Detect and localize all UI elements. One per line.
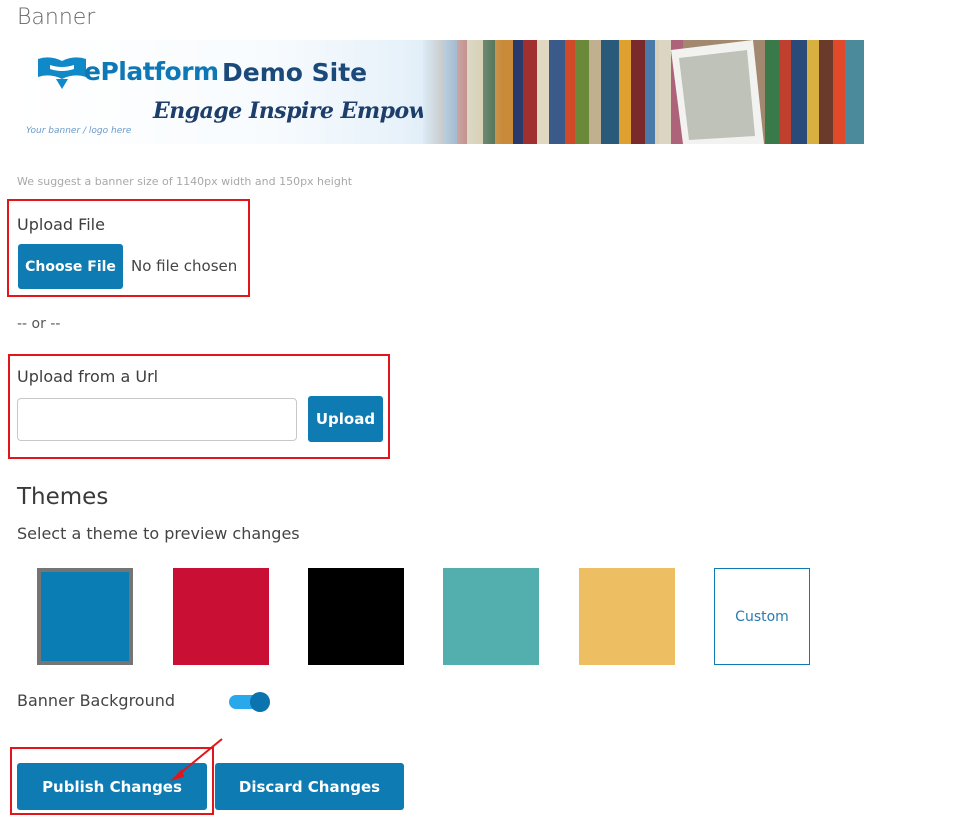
banner-heading: Banner — [17, 5, 96, 30]
theme-swatch-black[interactable] — [308, 568, 404, 665]
themes-subtitle: Select a theme to preview changes — [17, 524, 300, 543]
logo-text-secondary: Demo Site — [222, 58, 368, 87]
eplatform-logo-icon — [38, 57, 86, 89]
themes-heading: Themes — [17, 484, 109, 510]
banner-background-toggle[interactable] — [229, 692, 271, 712]
banner-size-hint: We suggest a banner size of 1140px width… — [17, 175, 353, 188]
discard-changes-button[interactable]: Discard Changes — [215, 763, 404, 810]
theme-swatch-red[interactable] — [173, 568, 269, 665]
logo-tagline: Engage Inspire Empower — [153, 98, 452, 124]
file-status-text: No file chosen — [131, 257, 238, 275]
theme-swatch-teal[interactable] — [443, 568, 539, 665]
upload-url-label: Upload from a Url — [17, 367, 159, 386]
bookshelf-photo — [423, 40, 864, 144]
upload-button[interactable]: Upload — [308, 396, 383, 442]
choose-file-button[interactable]: Choose File — [18, 244, 123, 289]
banner-image: ePlatform Demo Site Engage Inspire Empow… — [18, 40, 864, 144]
url-input[interactable] — [17, 398, 297, 441]
annotation-arrow-icon — [170, 738, 223, 781]
logo-caption: Your banner / logo here — [26, 126, 132, 136]
logo-text-primary: ePlatform — [84, 57, 219, 86]
theme-swatch-custom[interactable]: Custom — [714, 568, 810, 665]
theme-swatch-yellow[interactable] — [579, 568, 675, 665]
banner-background-label: Banner Background — [17, 691, 176, 710]
toggle-knob — [250, 692, 270, 712]
theme-swatch-blue[interactable] — [37, 568, 133, 665]
upload-file-label: Upload File — [17, 215, 105, 234]
or-separator: -- or -- — [17, 316, 61, 332]
